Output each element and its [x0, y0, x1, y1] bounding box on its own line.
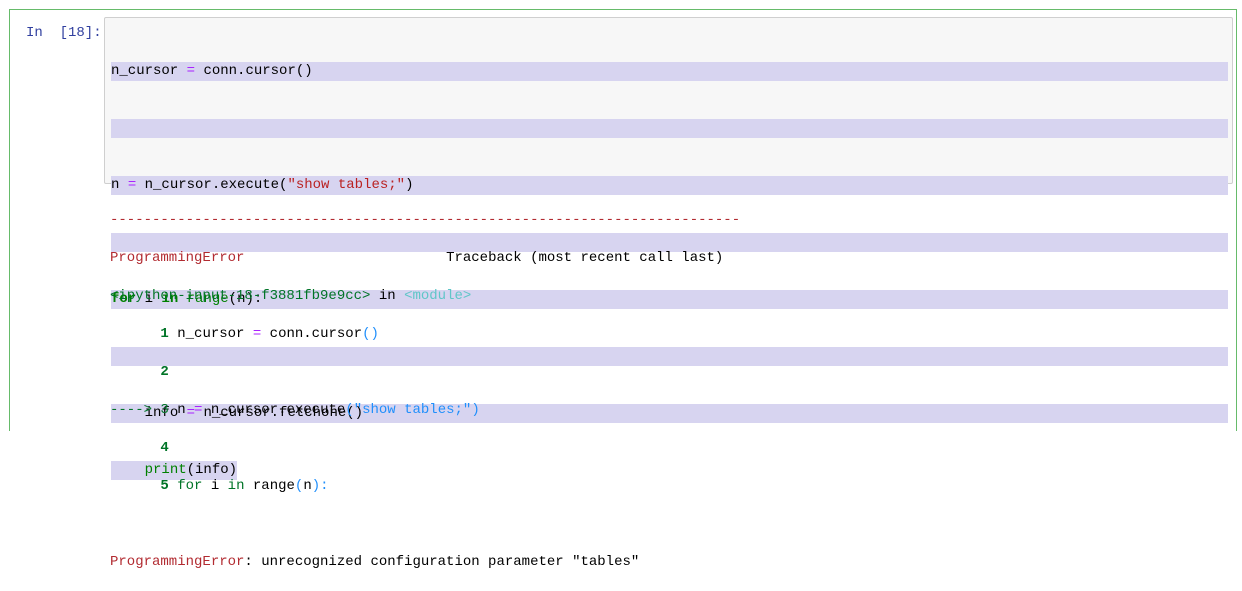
input-prompt: In [18]:	[26, 25, 102, 41]
traceback-source: <ipython-input-18-f3881fb9e9cc> in <modu…	[110, 288, 472, 304]
traceback-line-5: 5 for i in range(n):	[160, 478, 329, 494]
traceback-line-4: 4	[160, 440, 169, 456]
code-line-1: n_cursor = conn.cursor()	[111, 62, 1228, 81]
traceback-blank	[110, 515, 1220, 534]
traceback-header: ProgrammingError Traceback (most recent …	[110, 249, 1220, 268]
traceback-line-1: 1 n_cursor = conn.cursor()	[160, 326, 379, 342]
error-message: ProgrammingError: unrecognized configura…	[110, 554, 640, 570]
traceback-label: Traceback (most recent call last)	[446, 250, 724, 266]
error-name: ProgrammingError	[110, 250, 245, 266]
traceback-line-3: ----> 3 n = n_cursor.execute("show table…	[110, 402, 480, 418]
traceback-separator: ----------------------------------------…	[110, 212, 741, 228]
traceback-line-2: 2	[160, 364, 169, 380]
error-output: ----------------------------------------…	[110, 192, 1220, 591]
code-line-2	[111, 119, 1228, 138]
